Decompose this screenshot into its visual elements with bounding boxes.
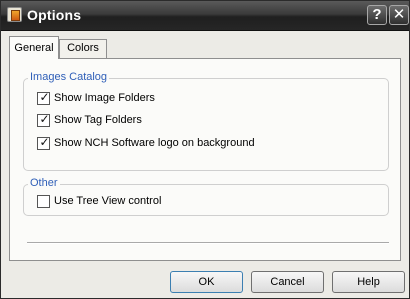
app-icon <box>7 7 22 22</box>
general-tab-panel: Images Catalog ✓ Show Image Folders ✓ Sh… <box>9 58 401 261</box>
panel-separator <box>27 242 389 244</box>
show-image-folders-checkbox[interactable]: ✓ <box>37 90 50 105</box>
ok-button[interactable]: OK <box>170 271 243 293</box>
window-title: Options <box>27 7 82 23</box>
use-tree-view-label: Use Tree View control <box>54 195 162 207</box>
images-catalog-group: Images Catalog ✓ Show Image Folders ✓ Sh… <box>23 71 389 171</box>
other-title: Other <box>28 177 60 189</box>
show-image-folders-label: Show Image Folders <box>54 92 155 104</box>
show-tag-folders-label: Show Tag Folders <box>54 114 142 126</box>
help-icon[interactable]: ? <box>367 5 387 25</box>
show-nch-logo-checkbox[interactable]: ✓ <box>37 135 50 150</box>
check-icon: ✓ <box>39 112 50 126</box>
title-bar[interactable]: Options ? ✕ <box>1 1 409 31</box>
cancel-button[interactable]: Cancel <box>251 271 324 293</box>
close-icon[interactable]: ✕ <box>389 5 409 25</box>
show-tag-folders-checkbox[interactable]: ✓ <box>37 112 50 127</box>
images-catalog-title: Images Catalog <box>28 71 110 83</box>
use-tree-view-checkbox[interactable] <box>37 195 50 208</box>
check-icon: ✓ <box>39 135 50 149</box>
tab-colors[interactable]: Colors <box>59 39 107 59</box>
show-nch-logo-label: Show NCH Software logo on background <box>54 137 255 149</box>
check-icon: ✓ <box>39 90 50 104</box>
options-dialog: Options ? ✕ General Colors Images Catalo… <box>0 0 410 299</box>
other-group: Other Use Tree View control <box>23 177 389 216</box>
help-button[interactable]: Help <box>332 271 405 293</box>
tab-general[interactable]: General <box>9 36 59 59</box>
